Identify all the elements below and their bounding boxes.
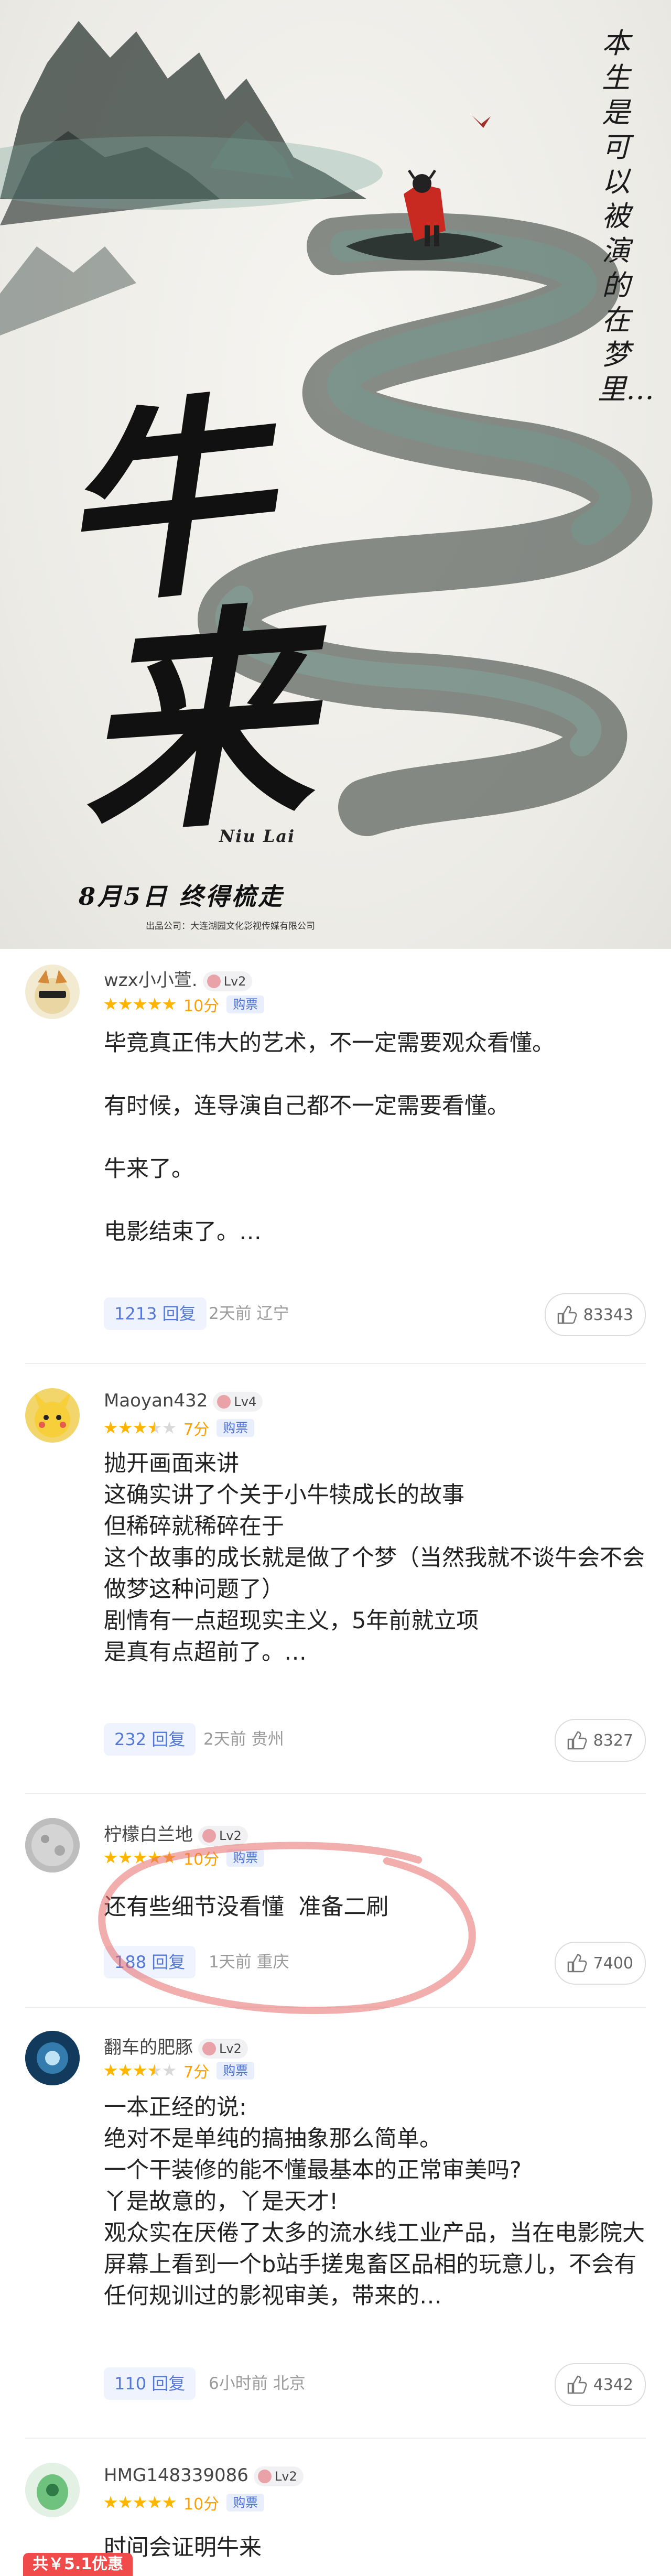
level-label: Lv2 bbox=[223, 973, 246, 989]
username[interactable]: wzx小小萱. bbox=[104, 970, 198, 991]
thumbs-up-icon bbox=[557, 1305, 577, 1324]
comment-text[interactable]: 时间会证明牛来 bbox=[104, 2532, 649, 2563]
rating-row: 10分 购票 bbox=[104, 994, 265, 1015]
ticket-purchase-tag: 购票 bbox=[217, 1419, 255, 1437]
level-icon bbox=[207, 974, 221, 988]
poster-title-char-2: 来 bbox=[69, 580, 319, 867]
level-icon bbox=[257, 2469, 272, 2483]
star-icon bbox=[148, 2496, 161, 2508]
avatar[interactable] bbox=[25, 2031, 80, 2085]
comment-text[interactable]: 毕竟真正伟大的艺术，不一定需要观众看懂。 有时候，连导演自己都不一定需要看懂。 … bbox=[104, 1027, 649, 1248]
level-icon bbox=[202, 2041, 216, 2055]
poster-production-credit: 出品公司：大连湖园文化影视传媒有限公司 bbox=[146, 921, 315, 932]
comment-text[interactable]: 一本正经的说: 绝对不是单纯的搞抽象那么简单。 一个干装修的能不懂最基本的正常审… bbox=[104, 2092, 649, 2312]
reply-count-button[interactable]: 110 回复 bbox=[104, 2367, 196, 2400]
comment-time-location: 6小时前 北京 bbox=[209, 2374, 306, 2393]
star-icon bbox=[118, 2496, 132, 2508]
rating-score: 10分 bbox=[183, 997, 220, 1015]
star-icon bbox=[133, 1421, 147, 1434]
avatar[interactable] bbox=[25, 2463, 80, 2517]
comment-time-location: 2天前 贵州 bbox=[203, 1730, 284, 1749]
star-icon bbox=[104, 2496, 117, 2508]
reply-count-button[interactable]: 232 回复 bbox=[104, 1723, 196, 1756]
thumbs-up-icon bbox=[567, 2375, 587, 2394]
star-rating bbox=[104, 1421, 176, 1435]
avatar[interactable] bbox=[25, 1388, 80, 1443]
username[interactable]: 翻车的肥豚 bbox=[104, 2037, 193, 2058]
like-button[interactable]: 7400 bbox=[554, 1942, 646, 1985]
star-icon bbox=[104, 2064, 117, 2076]
poster-release-date: 8月5日 终得梳走 bbox=[79, 882, 285, 911]
star-icon bbox=[133, 998, 147, 1010]
star-rating bbox=[104, 2496, 176, 2509]
like-count: 7400 bbox=[593, 1954, 633, 1973]
ticket-purchase-tag: 购票 bbox=[217, 2062, 255, 2080]
level-label: Lv2 bbox=[219, 2041, 242, 2056]
star-rating bbox=[104, 2064, 176, 2077]
star-icon bbox=[104, 1421, 117, 1434]
level-badge: Lv2 bbox=[202, 971, 253, 991]
divider bbox=[25, 2438, 646, 2439]
comment-text[interactable]: 抛开画面来讲 这确实讲了个关于小牛犊成长的故事 但稀碎就稀碎在于 这个故事的成长… bbox=[104, 1448, 649, 1668]
rating-score: 7分 bbox=[183, 1421, 210, 1439]
poster-pinyin-title: Niu Lai bbox=[219, 826, 296, 846]
level-label: Lv2 bbox=[274, 2469, 297, 2484]
like-count: 8327 bbox=[593, 1731, 633, 1750]
thumbs-up-icon bbox=[567, 1731, 587, 1750]
star-icon bbox=[118, 2064, 132, 2076]
star-icon bbox=[148, 998, 161, 1010]
rating-row: 7分 购票 bbox=[104, 1417, 255, 1439]
level-label: Lv4 bbox=[234, 1394, 257, 1409]
divider bbox=[25, 1363, 646, 1364]
star-half-icon bbox=[148, 2064, 161, 2076]
reply-count-button[interactable]: 1213 回复 bbox=[104, 1297, 207, 1330]
like-button[interactable]: 4342 bbox=[554, 2363, 646, 2406]
ticket-purchase-tag: 购票 bbox=[226, 995, 265, 1013]
comment-user: 翻车的肥豚 Lv2 bbox=[104, 2033, 248, 2059]
comment-time-location: 2天前 辽宁 bbox=[209, 1304, 289, 1323]
star-icon bbox=[133, 2496, 147, 2508]
level-icon bbox=[217, 1394, 231, 1409]
thumbs-up-icon bbox=[567, 1954, 587, 1973]
like-count: 4342 bbox=[593, 2375, 633, 2394]
comment-user: Maoyan432 Lv4 bbox=[104, 1390, 263, 1412]
rating-row: 7分 购票 bbox=[104, 2060, 255, 2082]
rating-score: 10分 bbox=[183, 2495, 220, 2514]
star-icon bbox=[133, 2064, 147, 2076]
star-icon bbox=[104, 998, 117, 1010]
like-button[interactable]: 83343 bbox=[544, 1293, 646, 1336]
star-rating bbox=[104, 998, 176, 1011]
level-badge: Lv2 bbox=[253, 2466, 304, 2486]
avatar[interactable] bbox=[25, 965, 80, 1019]
like-count: 83343 bbox=[583, 1305, 633, 1324]
like-button[interactable]: 8327 bbox=[554, 1719, 646, 1762]
rating-score: 7分 bbox=[183, 2063, 210, 2082]
star-half-icon bbox=[148, 1421, 161, 1434]
star-icon bbox=[118, 998, 132, 1010]
star-icon bbox=[163, 1421, 176, 1434]
level-badge: Lv4 bbox=[213, 1391, 263, 1412]
star-icon bbox=[163, 998, 176, 1010]
comment-user: wzx小小萱. Lv2 bbox=[104, 966, 253, 991]
rating-row: 10分 购票 bbox=[104, 2492, 265, 2514]
star-icon bbox=[163, 2496, 176, 2508]
red-circle-annotation bbox=[98, 1842, 476, 2015]
star-icon bbox=[118, 1421, 132, 1434]
ticket-purchase-tag: 购票 bbox=[226, 2494, 265, 2512]
poster-vertical-tagline: 本生是可以被演的在梦里… bbox=[598, 27, 654, 406]
avatar[interactable] bbox=[25, 1818, 80, 1873]
username[interactable]: Maoyan432 bbox=[104, 1390, 208, 1411]
level-badge: Lv2 bbox=[198, 2038, 248, 2059]
comment-user: HMG148339086 Lv2 bbox=[104, 2465, 304, 2486]
star-icon bbox=[163, 2064, 176, 2076]
username[interactable]: HMG148339086 bbox=[104, 2465, 248, 2486]
movie-poster[interactable]: 本生是可以被演的在梦里… 牛 来 Niu Lai 8月5日 终得梳走 出品公司：… bbox=[0, 0, 671, 949]
divider bbox=[25, 1793, 646, 1794]
discount-badge[interactable]: 共￥5.1优惠 bbox=[23, 2553, 133, 2576]
